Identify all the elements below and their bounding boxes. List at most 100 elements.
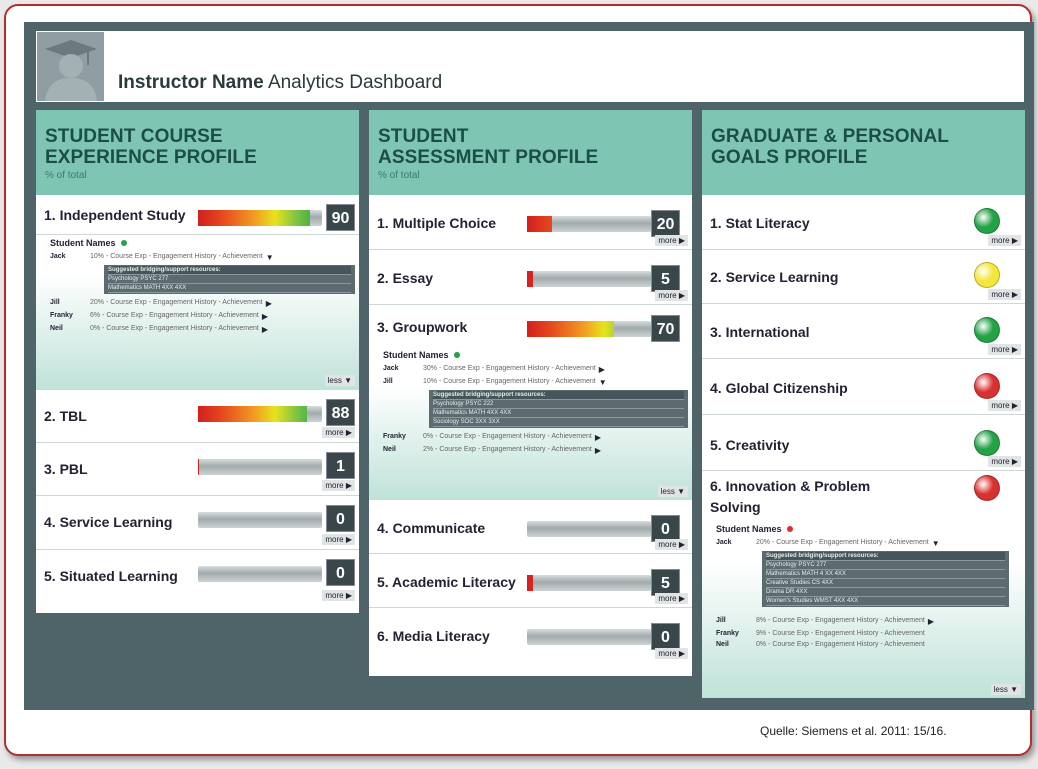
value-box: 1 xyxy=(326,452,355,479)
status-dot-icon xyxy=(453,352,460,358)
row-label: 6. Media Literacy xyxy=(377,628,490,644)
panel-title-line1: STUDENT COURSE xyxy=(45,126,223,147)
value-box: 70 xyxy=(651,315,680,342)
student-row[interactable]: Jill 8% - Course Exp - Engagement History… xyxy=(702,615,1025,628)
more-button[interactable]: more ▶ xyxy=(655,290,688,301)
student-row[interactable]: Franky 9% - Course Exp - Engagement Histo… xyxy=(702,628,1025,639)
student-row[interactable]: Neil 0% - Course Exp - Engagement History… xyxy=(36,323,359,336)
student-row[interactable]: Jack 30% - Course Exp - Engagement Histor… xyxy=(369,363,692,376)
status-dot-icon xyxy=(786,526,793,532)
more-button[interactable]: more ▶ xyxy=(988,456,1021,467)
status-light-icon xyxy=(974,373,1000,399)
student-names-heading: Student Names xyxy=(369,347,692,363)
row-label: 1. Multiple Choice xyxy=(377,215,497,231)
value-box: 5 xyxy=(651,569,680,596)
expand-arrow-icon: ▶ xyxy=(261,325,269,334)
more-button[interactable]: more ▶ xyxy=(322,534,355,545)
profile-row: 2. TBL 88 more ▶ xyxy=(36,390,359,443)
expand-arrow-icon: ▶ xyxy=(594,446,602,455)
student-row[interactable]: Jack 20% - Course Exp - Engagement Histor… xyxy=(702,537,1025,550)
row-label: 1. Stat Literacy xyxy=(710,215,810,231)
graduate-avatar-icon xyxy=(37,32,104,101)
profile-row: 2. Essay 5 more ▶ xyxy=(369,250,692,305)
profile-row: 6. Media Literacy 0 more ▶ xyxy=(369,608,692,661)
more-button[interactable]: more ▶ xyxy=(655,235,688,246)
student-row[interactable]: Neil 2% - Course Exp - Engagement History… xyxy=(369,444,692,457)
expand-arrow-icon: ▶ xyxy=(598,365,605,374)
expand-arrow-icon: ▶ xyxy=(927,617,935,626)
student-names-heading: Student Names xyxy=(36,235,359,251)
more-button[interactable]: more ▶ xyxy=(988,344,1021,355)
value-box: 5 xyxy=(651,265,680,292)
value-box: 0 xyxy=(326,559,355,586)
assessment-profile-panel: STUDENT ASSESSMENT PROFILE % of total 1.… xyxy=(369,110,692,676)
goal-row: 2. Service Learning more ▶ xyxy=(702,250,1025,304)
student-names-expansion: Student Names Jack 20% - Course Exp - Eng… xyxy=(702,516,1025,698)
goal-row: 1. Stat Literacy more ▶ xyxy=(702,195,1025,250)
student-row[interactable]: Franky 6% - Course Exp - Engagement Histo… xyxy=(36,310,359,323)
less-button[interactable]: less ▼ xyxy=(657,486,688,497)
course-experience-profile-panel: STUDENT COURSE EXPERIENCE PROFILE % of t… xyxy=(36,110,359,613)
student-row[interactable]: Neil 0% - Course Exp - Engagement History… xyxy=(702,639,1025,650)
resources-box: Suggested bridging/support resources: Psy… xyxy=(429,390,688,428)
instructor-avatar xyxy=(37,32,104,101)
profile-row: 1. Independent Study 90 xyxy=(36,195,359,235)
status-dot-icon xyxy=(120,240,127,246)
panel-header: STUDENT ASSESSMENT PROFILE % of total xyxy=(369,110,692,195)
student-row[interactable]: Jill 10% - Course Exp - Engagement Histor… xyxy=(369,376,692,389)
level-bar xyxy=(527,321,651,337)
panel-title-line1: STUDENT xyxy=(378,126,469,147)
profile-row: 4. Service Learning 0 more ▶ xyxy=(36,496,359,550)
level-bar xyxy=(198,512,322,528)
goal-row: 5. Creativity more ▶ xyxy=(702,415,1025,471)
panel-subtitle: % of total xyxy=(45,170,87,181)
status-light-icon xyxy=(974,317,1000,343)
panel-header: GRADUATE & PERSONAL GOALS PROFILE xyxy=(702,110,1025,195)
level-bar xyxy=(527,629,651,645)
panel-title-line1: GRADUATE & PERSONAL xyxy=(711,126,949,147)
profile-row: 3. PBL 1 more ▶ xyxy=(36,443,359,496)
graduate-goals-profile-panel: GRADUATE & PERSONAL GOALS PROFILE 1. Sta… xyxy=(702,110,1025,698)
level-bar xyxy=(198,566,322,582)
more-button[interactable]: more ▶ xyxy=(988,400,1021,411)
profile-row: 1. Multiple Choice 20 more ▶ xyxy=(369,195,692,250)
more-button[interactable]: more ▶ xyxy=(655,648,688,659)
less-button[interactable]: less ▼ xyxy=(990,684,1021,695)
row-label: 4. Global Citizenship xyxy=(710,380,848,396)
more-button[interactable]: more ▶ xyxy=(322,480,355,491)
student-row[interactable]: Jill 20% - Course Exp - Engagement Histor… xyxy=(36,297,359,310)
row-label: 1. Independent Study xyxy=(44,207,186,223)
resources-box: Suggested bridging/support resources: Psy… xyxy=(104,265,355,294)
row-label: 3. PBL xyxy=(44,461,88,477)
more-button[interactable]: more ▶ xyxy=(655,593,688,604)
level-bar xyxy=(527,521,651,537)
more-button[interactable]: more ▶ xyxy=(988,235,1021,246)
profile-row: 5. Situated Learning 0 more ▶ xyxy=(36,550,359,603)
level-bar xyxy=(527,216,651,232)
panel-title-line2: GOALS PROFILE xyxy=(711,147,868,168)
resources-box: Suggested bridging/support resources: Psy… xyxy=(762,551,1009,607)
expand-arrow-icon: ▶ xyxy=(594,433,602,442)
row-label: 5. Situated Learning xyxy=(44,568,178,584)
goal-row: 4. Global Citizenship more ▶ xyxy=(702,359,1025,415)
student-names-expansion: Student Names Jack 30% - Course Exp - Eng… xyxy=(369,347,692,500)
more-button[interactable]: more ▶ xyxy=(322,590,355,601)
student-row[interactable]: Franky 0% - Course Exp - Engagement Histo… xyxy=(369,431,692,444)
value-box: 0 xyxy=(326,505,355,532)
value-box: 0 xyxy=(651,623,680,650)
more-button[interactable]: more ▶ xyxy=(655,539,688,550)
more-button[interactable]: more ▶ xyxy=(988,289,1021,300)
value-box: 0 xyxy=(651,515,680,542)
source-caption: Quelle: Siemens et al. 2011: 15/16. xyxy=(760,724,947,738)
row-label: 3. International xyxy=(710,324,810,340)
page-title: Instructor Name Analytics Dashboard xyxy=(118,72,443,93)
more-button[interactable]: more ▶ xyxy=(322,427,355,438)
less-button[interactable]: less ▼ xyxy=(324,375,355,386)
goal-row: 6. Innovation & Problem Solving xyxy=(702,471,1025,516)
student-row[interactable]: Jack 10% - Course Exp - Engagement Histor… xyxy=(36,251,359,264)
expand-arrow-icon: ▼ xyxy=(598,378,607,387)
value-box: 90 xyxy=(326,204,355,231)
status-light-icon xyxy=(974,208,1000,234)
profile-row: 3. Groupwork 70 xyxy=(369,305,692,347)
row-label: 6. Innovation & Problem Solving xyxy=(710,478,871,515)
